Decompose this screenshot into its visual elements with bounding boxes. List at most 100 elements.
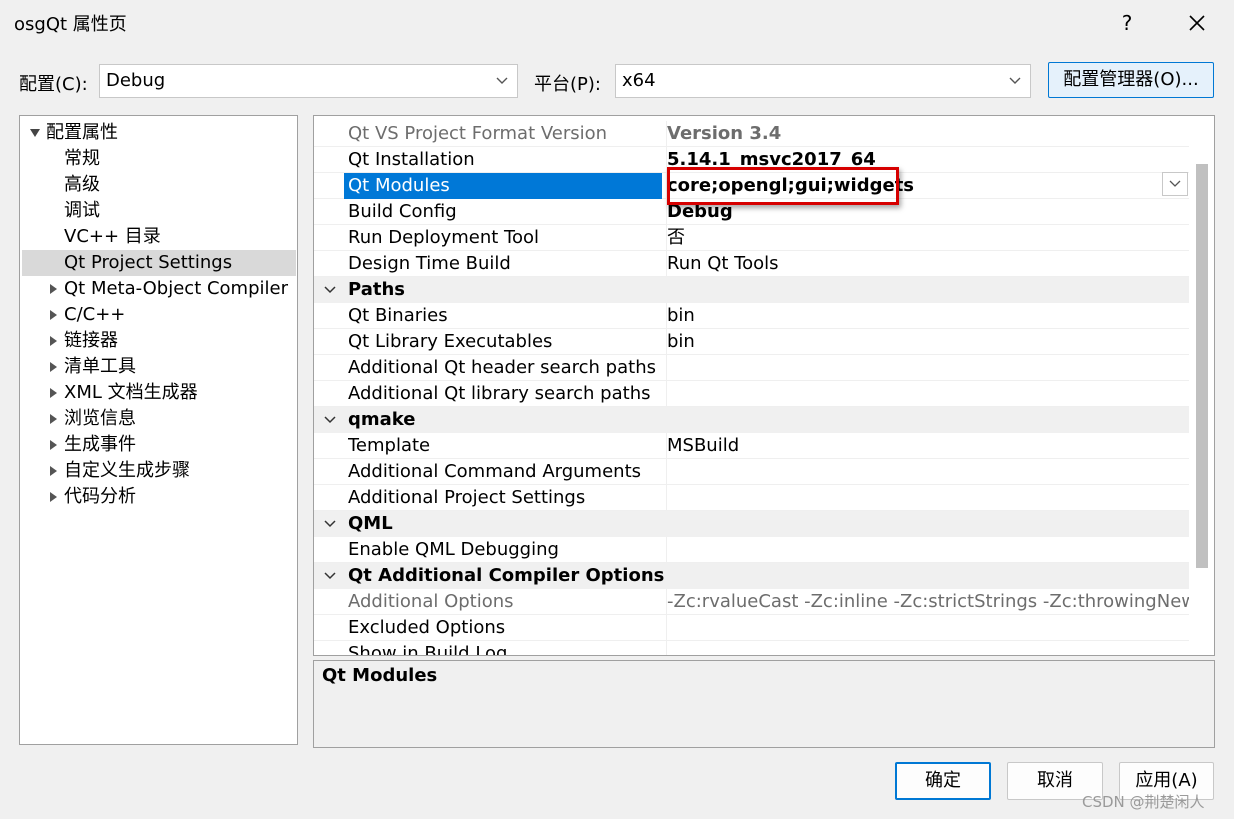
category-qml[interactable]: QML [314, 511, 1189, 537]
property-row-build-config[interactable]: Build Config Debug [314, 199, 1189, 225]
window-title: osgQt 属性页 [14, 14, 127, 35]
collapsed-arrow-icon [50, 284, 57, 294]
collapsed-arrow-icon [50, 362, 57, 372]
property-name: Additional Qt header search paths [348, 357, 656, 378]
property-name: Excluded Options [348, 617, 506, 638]
property-name: Design Time Build [348, 253, 511, 274]
chevron-down-icon [1009, 77, 1021, 84]
tree-item-qt-moc[interactable]: Qt Meta-Object Compiler [20, 276, 294, 302]
property-row-qt-modules[interactable]: Qt Modules core;opengl;gui;widgets [314, 173, 1189, 199]
property-row-excluded-options[interactable]: Excluded Options [314, 615, 1189, 641]
property-row-enable-qml-debugging[interactable]: Enable QML Debugging [314, 537, 1189, 563]
tree-item-label: 生成事件 [64, 434, 136, 455]
tree-item-build-events[interactable]: 生成事件 [20, 432, 294, 458]
tree-item-label: 清单工具 [64, 356, 136, 377]
watermark: CSDN @荆楚闲人 [1082, 793, 1205, 811]
tree-item-label: 高级 [64, 174, 100, 195]
property-row-run-deployment-tool[interactable]: Run Deployment Tool 否 [314, 225, 1189, 251]
property-value: Debug [666, 199, 1189, 225]
property-row-header-search-paths[interactable]: Additional Qt header search paths [314, 355, 1189, 381]
tree-item-manifest-tool[interactable]: 清单工具 [20, 354, 294, 380]
property-value: 5.14.1_msvc2017_64 [666, 147, 1189, 173]
property-value [666, 485, 1189, 511]
tree-item-label: 常规 [64, 148, 100, 169]
tree-item-label: 浏览信息 [64, 408, 136, 429]
tree-item-xml-doc[interactable]: XML 文档生成器 [20, 380, 294, 406]
tree-item-qt-project-settings[interactable]: Qt Project Settings [22, 250, 296, 276]
property-name: Additional Project Settings [348, 487, 586, 508]
property-value: bin [666, 303, 1189, 329]
property-name-text: Qt Modules [348, 175, 450, 196]
property-row-qt-library-executables[interactable]: Qt Library Executables bin [314, 329, 1189, 355]
platform-select[interactable]: x64 [615, 64, 1031, 98]
collapsed-arrow-icon [50, 310, 57, 320]
ok-button[interactable]: 确定 [895, 762, 991, 800]
property-row-design-time-build[interactable]: Design Time Build Run Qt Tools [314, 251, 1189, 277]
tree-item-label: XML 文档生成器 [64, 382, 198, 403]
vertical-scrollbar-thumb[interactable] [1196, 164, 1208, 568]
configuration-manager-button[interactable]: 配置管理器(O)... [1048, 62, 1214, 98]
tree-item-browse-info[interactable]: 浏览信息 [20, 406, 294, 432]
tree-item-label: Qt Project Settings [64, 252, 233, 273]
qt-modules-dropdown-button[interactable] [1162, 172, 1188, 196]
tree-item-cpp[interactable]: C/C++ [20, 302, 294, 328]
tree-item-label: Qt Meta-Object Compiler [64, 278, 288, 299]
property-row-additional-command-arguments[interactable]: Additional Command Arguments [314, 459, 1189, 485]
property-value [666, 459, 1189, 485]
tree-root[interactable]: 配置属性 [20, 120, 294, 146]
chevron-down-icon [1169, 180, 1181, 187]
tree-item-custom-build[interactable]: 自定义生成步骤 [20, 458, 294, 484]
property-row-show-in-build-log[interactable]: Show in Build Log [314, 641, 1189, 656]
tree-item-linker[interactable]: 链接器 [20, 328, 294, 354]
property-name: Qt VS Project Format Version [348, 123, 608, 144]
tree-item-label: 调试 [64, 200, 100, 221]
chevron-down-icon [324, 286, 336, 294]
property-grid: Qt VS Project Format Version Version 3.4… [313, 115, 1215, 656]
property-row-format-version[interactable]: Qt VS Project Format Version Version 3.4 [314, 121, 1189, 147]
category-paths[interactable]: Paths [314, 277, 1189, 303]
category-label: qmake [348, 409, 416, 430]
property-name: Additional Options [348, 591, 514, 612]
property-row-additional-options[interactable]: Additional Options -Zc:rvalueCast -Zc:in… [314, 589, 1189, 615]
property-name: Show in Build Log [348, 643, 508, 656]
tree-item-code-analysis[interactable]: 代码分析 [20, 484, 294, 510]
close-icon [1189, 15, 1205, 31]
chevron-down-icon [324, 416, 336, 424]
property-name: Qt Binaries [348, 305, 448, 326]
property-name: Run Deployment Tool [348, 227, 540, 248]
category-qt-additional-compiler-options[interactable]: Qt Additional Compiler Options [314, 563, 1189, 589]
collapsed-arrow-icon [50, 492, 57, 502]
property-name: Enable QML Debugging [348, 539, 559, 560]
property-row-template[interactable]: Template MSBuild [314, 433, 1189, 459]
chevron-down-icon [324, 520, 336, 528]
property-row-qt-binaries[interactable]: Qt Binaries bin [314, 303, 1189, 329]
platform-value: x64 [622, 70, 656, 91]
property-name: Qt Modules [344, 173, 662, 199]
collapsed-arrow-icon [50, 336, 57, 346]
config-value: Debug [106, 70, 166, 91]
property-value: Run Qt Tools [666, 251, 1189, 277]
property-value: 否 [666, 225, 1189, 251]
help-button[interactable]: ? [1106, 6, 1148, 40]
config-select[interactable]: Debug [99, 64, 518, 98]
tree-item-label: 自定义生成步骤 [64, 460, 190, 481]
tree-item-label: VC++ 目录 [64, 226, 161, 247]
collapsed-arrow-icon [50, 388, 57, 398]
property-value: MSBuild [666, 433, 1189, 459]
chevron-down-icon [496, 77, 508, 84]
property-row-qt-installation[interactable]: Qt Installation 5.14.1_msvc2017_64 [314, 147, 1189, 173]
category-qmake[interactable]: qmake [314, 407, 1189, 433]
property-row-library-search-paths[interactable]: Additional Qt library search paths [314, 381, 1189, 407]
property-value [666, 641, 1189, 655]
close-button[interactable] [1176, 6, 1218, 40]
tree-root-label: 配置属性 [46, 122, 118, 143]
collapsed-arrow-icon [50, 414, 57, 424]
tree-item-label: C/C++ [64, 304, 126, 325]
property-value [666, 615, 1189, 641]
config-label: 配置(C): [19, 74, 88, 95]
property-row-additional-project-settings[interactable]: Additional Project Settings [314, 485, 1189, 511]
collapsed-arrow-icon [50, 440, 57, 450]
property-value [666, 537, 1189, 563]
tree-item-label: 代码分析 [64, 486, 136, 507]
property-name: Qt Installation [348, 149, 475, 170]
